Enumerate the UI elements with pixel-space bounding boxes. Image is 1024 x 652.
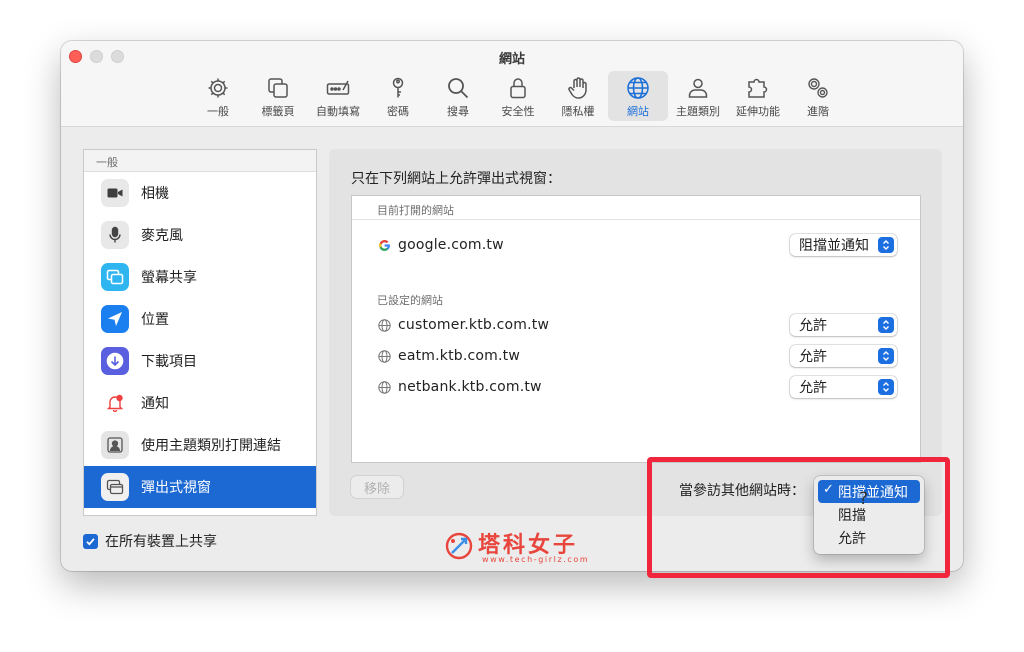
tab-security[interactable]: 安全性 [488,71,548,121]
popup-value: 允許 [799,349,827,365]
tab-tabs[interactable]: 標籤頁 [248,71,308,121]
watermark-url: www.tech-girlz.com [482,555,590,564]
download-icon [101,347,129,375]
autofill-icon [325,75,351,101]
gears-icon [805,75,831,101]
bell-icon [101,389,129,417]
window-title: 網站 [498,52,525,67]
site-row-customer: customer.ktb.com.tw 允許 [377,312,897,338]
tab-search[interactable]: 搜尋 [428,71,488,121]
rocket-logo-icon [445,532,473,560]
sidebar-item-label: 位置 [141,312,169,328]
open-sites-header: 目前打開的網站 [352,196,920,220]
key-icon [385,75,411,101]
tab-label: 標籤頁 [261,105,295,118]
sidebar-item-screen-share[interactable]: 螢幕共享 [84,256,316,298]
sidebar-item-downloads[interactable]: 下載項目 [84,340,316,382]
share-label: 在所有裝置上共享 [105,534,217,550]
watermark-logo: 塔科女子 www.tech-girlz.com [442,527,588,567]
remove-button[interactable]: 移除 [351,476,403,498]
chevron-updown-icon [878,348,894,364]
site-domain: eatm.ktb.com.tw [398,348,520,364]
site-setting-popup[interactable]: 允許 [790,376,897,398]
popup-window-icon [101,473,129,501]
sidebar-item-label: 相機 [141,186,169,202]
sidebar-item-label: 螢幕共享 [141,270,197,286]
tab-general[interactable]: 一般 [188,71,248,121]
tab-label: 安全性 [501,105,535,118]
sidebar-item-label: 使用主題類別打開連結 [141,438,281,454]
sidebar-item-label: 麥克風 [141,228,183,244]
site-domain: customer.ktb.com.tw [398,317,550,333]
configured-sites-header: 已設定的網站 [377,294,443,307]
tab-label: 隱私權 [561,105,595,118]
tab-label: 進階 [807,105,829,118]
contact-card-icon [101,431,129,459]
sidebar-item-camera[interactable]: 相機 [84,172,316,214]
checkmark-icon [86,537,95,546]
tab-privacy[interactable]: 隱私權 [548,71,608,121]
titlebar: 網站 一般 標籤頁 自動填寫 密碼 搜尋 安全性 隱私權 網站 主題類別 延伸功… [61,41,963,127]
tab-label: 延伸功能 [736,105,780,118]
screen-share-icon [101,263,129,291]
tab-label: 一般 [207,105,229,118]
hand-icon [565,75,591,101]
share-across-devices[interactable]: 在所有裝置上共享 [83,531,217,551]
globe-icon [625,75,651,101]
tab-autofill[interactable]: 自動填寫 [308,71,368,121]
site-setting-popup[interactable]: 允許 [790,314,897,336]
website-settings-sidebar: 一般 相機 麥克風 螢幕共享 位置 下載項目 通知 使用主題類別打開連結 彈出式… [83,149,317,516]
share-checkbox[interactable] [83,533,98,549]
website-list: 目前打開的網站 google.com.tw 阻擋並通知 已設定的網站 custo… [351,195,921,463]
globe-icon [377,349,391,363]
person-icon [685,75,711,101]
popup-value: 允許 [799,380,827,396]
tab-label: 密碼 [387,105,409,118]
sidebar-item-microphone[interactable]: 麥克風 [84,214,316,256]
tab-label: 自動填寫 [316,105,360,118]
site-row-eatm: eatm.ktb.com.tw 允許 [377,343,897,369]
popup-value: 阻擋並通知 [799,238,869,254]
sidebar-section-header: 一般 [84,150,316,172]
tab-passwords[interactable]: 密碼 [368,71,428,121]
globe-icon [377,380,391,394]
site-row-netbank: netbank.ktb.com.tw 允許 [377,374,897,400]
panel-heading: 只在下列網站上允許彈出式視窗： [351,171,561,187]
camera-icon [101,179,129,207]
magnifier-icon [445,75,471,101]
location-arrow-icon [101,305,129,333]
site-row-google: google.com.tw 阻擋並通知 [377,232,897,258]
sidebar-item-open-links-with-profile[interactable]: 使用主題類別打開連結 [84,424,316,466]
tab-label: 搜尋 [447,105,469,118]
site-setting-popup[interactable]: 允許 [790,345,897,367]
annotation-highlight-box [647,457,950,578]
google-icon [377,238,391,252]
sidebar-item-label: 彈出式視窗 [141,480,211,496]
sidebar-item-label: 下載項目 [141,354,197,370]
site-domain: google.com.tw [398,237,504,253]
site-setting-popup[interactable]: 阻擋並通知 [790,234,897,256]
tabs-icon [265,75,291,101]
globe-icon [377,318,391,332]
sidebar-item-popup-windows[interactable]: 彈出式視窗 [84,466,316,508]
chevron-updown-icon [878,317,894,333]
tab-extensions[interactable]: 延伸功能 [728,71,788,121]
preferences-toolbar: 一般 標籤頁 自動填寫 密碼 搜尋 安全性 隱私權 網站 主題類別 延伸功能 進… [188,71,848,121]
tab-websites[interactable]: 網站 [608,71,668,121]
chevron-updown-icon [878,237,894,253]
lock-icon [505,75,531,101]
sidebar-item-label: 通知 [141,396,169,412]
gear-icon [205,75,231,101]
chevron-updown-icon [878,379,894,395]
sidebar-item-location[interactable]: 位置 [84,298,316,340]
popup-value: 允許 [799,318,827,334]
tab-advanced[interactable]: 進階 [788,71,848,121]
sidebar-item-notifications[interactable]: 通知 [84,382,316,424]
tab-profiles[interactable]: 主題類別 [668,71,728,121]
microphone-icon [101,221,129,249]
puzzle-icon [745,75,771,101]
site-domain: netbank.ktb.com.tw [398,379,542,395]
tab-label: 主題類別 [676,105,720,118]
tab-label: 網站 [627,105,649,118]
